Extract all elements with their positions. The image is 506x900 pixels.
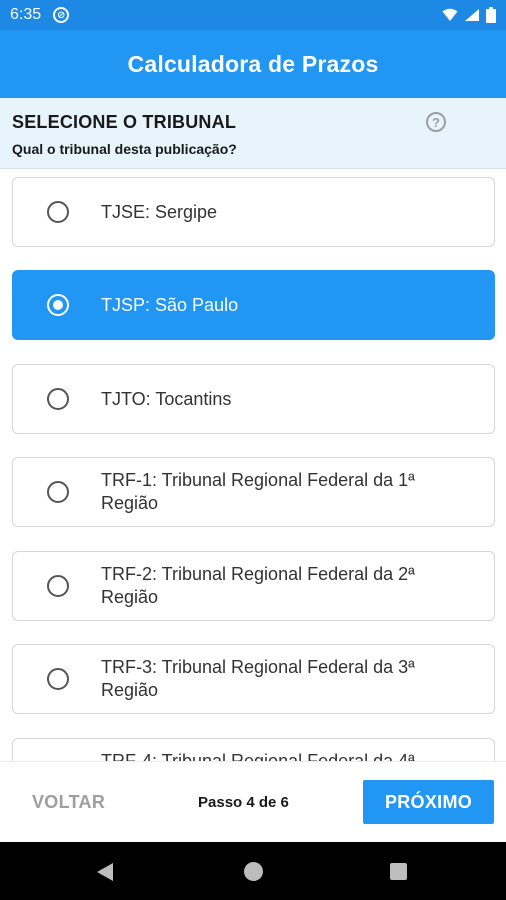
option-trf1[interactable]: TRF-1: Tribunal Regional Federal da 1ª R… — [12, 457, 495, 527]
battery-icon — [486, 7, 496, 23]
option-trf3[interactable]: TRF-3: Tribunal Regional Federal da 3ª R… — [12, 644, 495, 714]
option-tjse[interactable]: TJSE: Sergipe — [12, 177, 495, 247]
option-label: TJSP: São Paulo — [101, 295, 239, 315]
wifi-icon — [442, 8, 458, 21]
back-button[interactable]: VOLTAR — [32, 792, 105, 813]
option-label: TRF-4: Tribunal Regional Federal da 4ª — [101, 751, 415, 761]
status-bar: 6:35 ⊘ — [0, 0, 506, 30]
nav-back-icon[interactable] — [96, 862, 114, 882]
option-label: TRF-3: Tribunal Regional Federal da 3ª R… — [101, 657, 415, 700]
radio-button[interactable] — [47, 575, 69, 597]
option-trf4[interactable]: TRF-4: Tribunal Regional Federal da 4ª — [12, 738, 495, 761]
help-icon[interactable]: ? — [426, 112, 446, 132]
status-icons — [442, 7, 496, 23]
data-saver-icon: ⊘ — [53, 7, 70, 23]
option-label: TRF-1: Tribunal Regional Federal da 1ª R… — [101, 470, 415, 513]
wizard-footer: VOLTAR Passo 4 de 6 PRÓXIMO — [0, 761, 506, 842]
option-label: TRF-2: Tribunal Regional Federal da 2ª R… — [101, 564, 415, 607]
option-trf2[interactable]: TRF-2: Tribunal Regional Federal da 2ª R… — [12, 551, 495, 621]
tribunal-list[interactable]: TJSE: Sergipe TJSP: São Paulo TJTO: Toca… — [0, 169, 506, 761]
next-button[interactable]: PRÓXIMO — [363, 780, 494, 824]
radio-button[interactable] — [47, 668, 69, 690]
section-subtitle: Qual o tribunal desta publicação? — [12, 141, 237, 157]
section-title: SELECIONE O TRIBUNAL — [12, 112, 237, 132]
radio-button[interactable] — [47, 201, 69, 223]
status-time: 6:35 — [10, 6, 42, 23]
option-tjto[interactable]: TJTO: Tocantins — [12, 364, 495, 434]
nav-recents-icon[interactable] — [390, 863, 407, 880]
app-title: Calculadora de Prazos — [127, 50, 379, 77]
option-label: TJSE: Sergipe — [101, 202, 218, 222]
option-label: TJTO: Tocantins — [101, 389, 232, 409]
radio-button-selected[interactable] — [47, 294, 69, 316]
nav-home-icon[interactable] — [244, 862, 263, 881]
section-header: SELECIONE O TRIBUNAL Qual o tribunal des… — [0, 98, 506, 169]
signal-icon — [465, 9, 479, 21]
radio-button[interactable] — [47, 388, 69, 410]
radio-button[interactable] — [47, 481, 69, 503]
app-bar: Calculadora de Prazos — [0, 30, 506, 98]
option-tjsp[interactable]: TJSP: São Paulo — [12, 270, 495, 340]
system-nav-bar — [0, 842, 506, 900]
step-indicator: Passo 4 de 6 — [198, 794, 289, 811]
